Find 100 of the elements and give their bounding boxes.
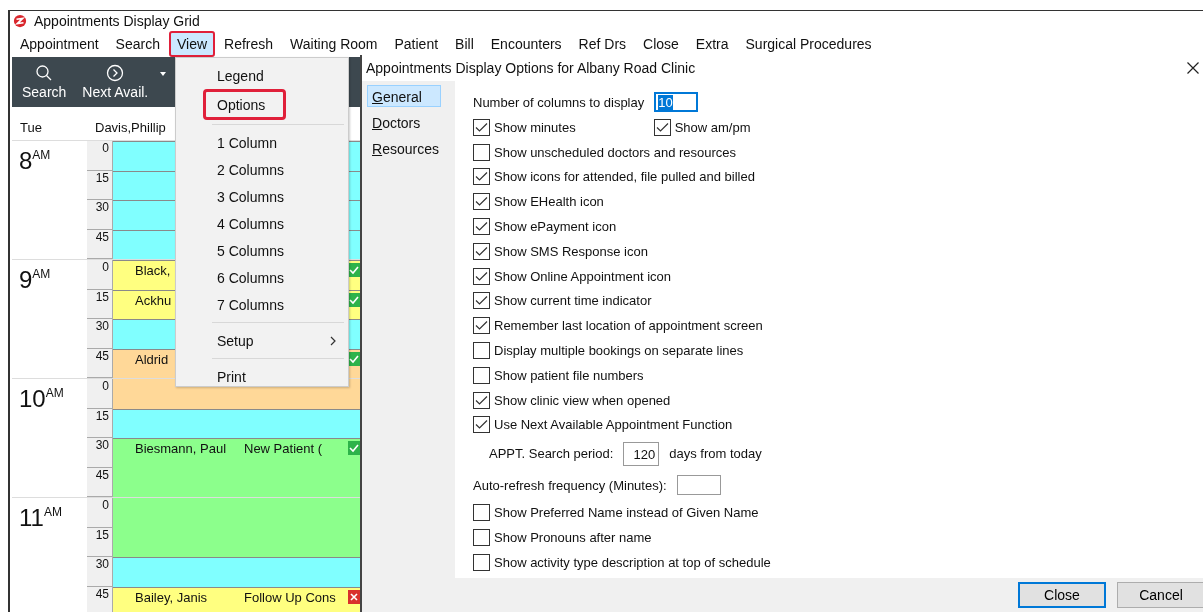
appointment-slot[interactable] xyxy=(113,408,360,438)
minute-label: 45 xyxy=(87,229,113,259)
app-logo-icon xyxy=(12,14,28,28)
minute-label: 0 xyxy=(87,498,113,528)
checkbox-label: Show icons for attended, file pulled and billed xyxy=(494,169,755,185)
checkbox-label: Show unscheduled doctors and resources xyxy=(494,144,737,160)
field-label: Number of columns to display xyxy=(473,94,645,110)
toolbar-button[interactable]: Next Avail. xyxy=(76,64,155,100)
checkbox-label: Show Preferred Name instead of Given Name xyxy=(494,505,759,521)
checkbox-label: Use Next Available Appointment Function xyxy=(494,417,733,433)
checkbox[interactable] xyxy=(473,118,490,136)
appointment-type: New Patient ( xyxy=(244,441,323,456)
hour-label: 9$^{AM}$ xyxy=(19,266,51,293)
menu-item[interactable]: Ref Drs xyxy=(570,31,635,57)
patient-name: Biesmann, Paul xyxy=(135,441,227,456)
chevron-right-icon xyxy=(330,335,336,346)
checkbox-label: Show ePayment icon xyxy=(494,219,617,235)
menu-item[interactable]: 6 Columns xyxy=(176,264,348,291)
menu-item[interactable]: 1 Column xyxy=(176,129,348,156)
checkbox-label: Show clinic view when opened xyxy=(494,392,671,408)
menu-item[interactable]: 2 Columns xyxy=(176,156,348,183)
menu-item[interactable]: Bill xyxy=(447,31,482,57)
checkbox[interactable] xyxy=(473,143,490,161)
dialog-button[interactable]: Cancel xyxy=(1117,582,1203,608)
appointment-type: Follow Up Cons xyxy=(244,589,336,605)
minute-label: 15 xyxy=(87,170,113,200)
close-icon[interactable] xyxy=(1187,62,1199,74)
toolbar-button[interactable]: Search xyxy=(16,64,73,100)
checkbox[interactable] xyxy=(473,267,490,285)
field-label: APPT. Search period: xyxy=(489,446,614,462)
checkbox[interactable] xyxy=(473,292,490,310)
menu-item[interactable]: Patient xyxy=(386,31,447,57)
nav-tab[interactable]: Doctors xyxy=(367,111,441,133)
checkbox[interactable] xyxy=(473,317,490,335)
minute-label: 30 xyxy=(87,319,113,349)
menu-item[interactable]: Print xyxy=(176,363,348,390)
caret-icon[interactable] xyxy=(160,72,167,76)
appointment-slot[interactable]: Bailey, Janis Follow Up Cons xyxy=(113,586,360,612)
menu-item[interactable]: Legend xyxy=(176,62,348,89)
patient-name: Ackhu xyxy=(135,292,172,308)
day-header: Tue xyxy=(19,119,43,135)
minute-label: 0 xyxy=(87,260,113,290)
checkbox[interactable] xyxy=(473,504,490,522)
menu-item[interactable]: Options xyxy=(203,89,286,120)
patient-name: Black, xyxy=(135,263,171,278)
checkbox-label: Show current time indicator xyxy=(494,293,652,309)
checkbox-label: Remember last location of appointment screen xyxy=(494,318,763,334)
menu-item[interactable]: 4 Columns xyxy=(176,210,348,237)
search-icon xyxy=(35,64,54,82)
minute-label: 30 xyxy=(87,557,113,587)
checkbox-label: Display multiple bookings on separate lines xyxy=(494,343,744,359)
checkbox[interactable] xyxy=(473,391,490,409)
dialog-title: Appointments Display Options for Albany Road Clinic xyxy=(366,60,696,76)
checkbox-label: Show EHealth icon xyxy=(494,194,604,210)
menu-item[interactable]: Close xyxy=(635,31,687,57)
checkbox[interactable] xyxy=(473,366,490,384)
appointment-slot[interactable] xyxy=(113,557,360,587)
checkbox[interactable] xyxy=(473,193,490,211)
menu-item[interactable]: Extra xyxy=(687,31,737,57)
appointment-slot[interactable]: Biesmann, Paul New Patient ( xyxy=(113,438,360,468)
checkbox-label: Show SMS Response icon xyxy=(494,243,648,259)
checkbox[interactable] xyxy=(473,529,490,547)
doctor-header: Davis,Phillip xyxy=(94,119,166,135)
menu-item[interactable]: Search xyxy=(107,31,168,57)
menu-item[interactable]: 7 Columns xyxy=(176,291,348,318)
checkbox[interactable] xyxy=(473,242,490,260)
input-field[interactable]: 120 xyxy=(623,441,660,466)
patient-name: Aldrid xyxy=(135,351,169,367)
minute-label: 0 xyxy=(87,141,113,171)
checkbox[interactable] xyxy=(473,416,490,434)
menu-item[interactable]: Refresh xyxy=(216,31,282,57)
hour-label: 11$^{AM}$ xyxy=(19,504,62,531)
minute-label: 30 xyxy=(87,200,113,230)
nav-tab[interactable]: General xyxy=(367,85,441,107)
checkbox-label: Show Pronouns after name xyxy=(494,530,652,546)
minute-label: 45 xyxy=(87,586,113,612)
window-title: Appointments Display Grid xyxy=(34,13,200,29)
input-field[interactable]: 10 xyxy=(654,92,699,112)
checkbox[interactable] xyxy=(473,168,490,186)
minute-label: 45 xyxy=(87,348,113,378)
nav-tab[interactable]: Resources xyxy=(367,137,441,159)
menu-item[interactable]: Encounters xyxy=(482,31,570,57)
menu-item[interactable]: View xyxy=(168,31,216,57)
checkbox[interactable] xyxy=(653,118,671,136)
input-field[interactable] xyxy=(676,475,721,496)
dialog-button[interactable]: Close xyxy=(1018,582,1106,608)
menu-item[interactable]: Surgical Procedures xyxy=(737,31,880,57)
checkbox-label: Show activity type description at top of schedule xyxy=(494,554,771,570)
checkbox-label: Show minutes xyxy=(494,119,576,135)
menu-item[interactable]: Appointment xyxy=(12,31,107,57)
menu-item[interactable]: Waiting Room xyxy=(282,31,386,57)
menu-item[interactable]: 3 Columns xyxy=(176,183,348,210)
menu-item[interactable]: 5 Columns xyxy=(176,237,348,264)
checkbox[interactable] xyxy=(473,342,490,360)
checkbox-label: Show am/pm xyxy=(674,119,751,135)
hour-label: 8$^{AM}$ xyxy=(19,147,51,174)
hour-label: 10$^{AM}$ xyxy=(19,385,64,412)
menu-item[interactable]: Setup xyxy=(176,327,348,354)
checkbox[interactable] xyxy=(473,218,490,236)
checkbox[interactable] xyxy=(473,553,490,571)
